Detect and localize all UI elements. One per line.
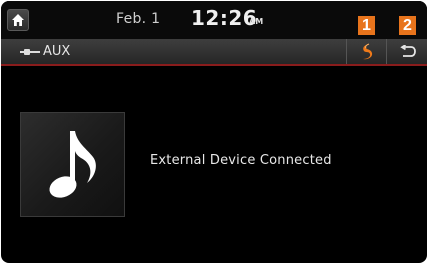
sound-settings-icon — [363, 43, 373, 60]
callout-label-1: 1 — [358, 16, 375, 35]
source-title: AUX — [43, 44, 71, 59]
head-unit-screen: Feb. 1 12:26 AM 1 2 AUX External Device … — [1, 1, 427, 263]
back-button[interactable] — [386, 39, 426, 64]
callout-label-2: 2 — [399, 16, 416, 35]
music-note-icon — [49, 131, 96, 198]
album-art — [20, 112, 125, 217]
back-arrow-icon — [400, 45, 416, 57]
aux-cable-icon — [20, 49, 40, 55]
clock-time: 12:26 — [191, 6, 258, 30]
home-icon — [12, 14, 24, 26]
sound-settings-button[interactable] — [346, 39, 386, 64]
status-bar: Feb. 1 12:26 AM 1 2 — [1, 1, 427, 39]
home-button[interactable] — [7, 9, 29, 31]
clock-ampm: AM — [249, 17, 264, 26]
status-message: External Device Connected — [150, 153, 332, 168]
title-bar: AUX — [1, 39, 427, 66]
date-display: Feb. 1 — [116, 11, 161, 27]
